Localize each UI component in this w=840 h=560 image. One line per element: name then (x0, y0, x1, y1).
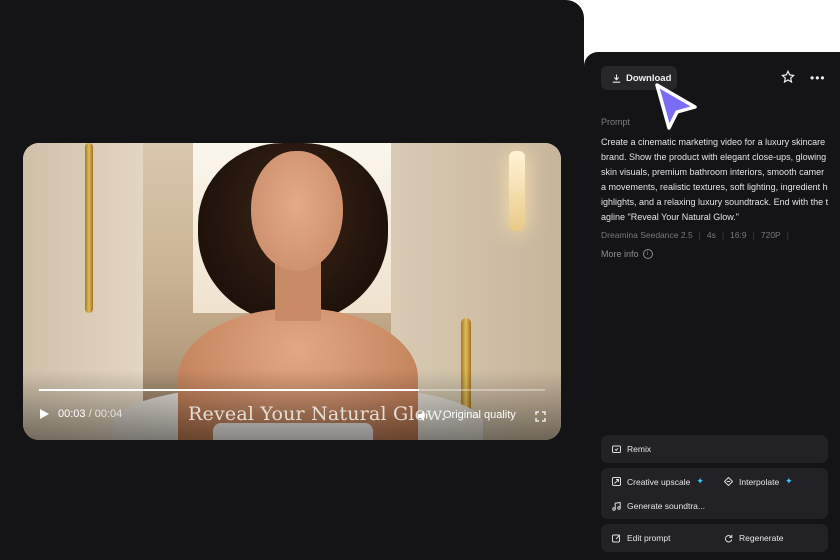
music-note-icon (612, 501, 621, 511)
edit-prompt-label: Edit prompt (627, 533, 671, 543)
interpolate-label: Interpolate (739, 476, 780, 487)
interpolate-button[interactable]: Interpolate ✦ (724, 476, 793, 487)
creative-upscale-label: Creative upscale (627, 476, 691, 487)
upscale-icon (612, 477, 621, 486)
face (251, 151, 343, 271)
meta-model: Dreamina Seedance 2.5 (601, 230, 693, 240)
meta-resolution: 720P (760, 230, 781, 240)
more-options-icon[interactable]: ••• (810, 72, 826, 84)
remix-button[interactable]: Remix (612, 444, 651, 454)
time-display: 00:03 / 00:04 (58, 408, 122, 420)
meta-separator: | (752, 230, 755, 240)
generation-meta: Dreamina Seedance 2.5 | 4s | 16:9 | 720P… (601, 230, 789, 240)
fullscreen-icon[interactable] (535, 409, 546, 427)
mouse-cursor-icon (650, 80, 700, 137)
sparkle-icon: ✦ (785, 476, 793, 486)
remix-icon (612, 445, 621, 453)
regenerate-button[interactable]: Regenerate (724, 533, 783, 543)
favorite-star-icon[interactable] (781, 69, 795, 89)
regenerate-label: Regenerate (739, 533, 784, 543)
meta-length: 4s (706, 230, 716, 240)
more-info-link[interactable]: More info i (601, 249, 653, 259)
volume-icon[interactable] (417, 409, 430, 427)
wall-lamp (509, 151, 525, 231)
download-icon (612, 74, 621, 83)
current-time: 00:03 (58, 408, 86, 420)
meta-separator: | (786, 230, 789, 240)
meta-separator: | (721, 230, 725, 240)
creative-upscale-button[interactable]: Creative upscale ✦ (612, 476, 704, 487)
quality-selector[interactable]: Original quality (443, 409, 516, 421)
gold-faucet-left (85, 143, 93, 313)
meta-separator: | (698, 230, 701, 240)
video-player[interactable]: 00:03 / 00:04 Reveal Your Natural Glow. … (23, 143, 561, 440)
info-icon: i (642, 249, 653, 259)
more-info-label: More info (601, 249, 639, 259)
prompt-text: Create a cinematic marketing video for a… (601, 137, 829, 222)
duration: / 00:04 (88, 408, 123, 420)
meta-ratio: 16:9 (730, 230, 747, 240)
edit-prompt-button[interactable]: Edit prompt (612, 533, 670, 543)
remix-label: Remix (627, 444, 652, 454)
sparkle-icon: ✦ (696, 476, 704, 486)
generate-soundtrack-label: Generate soundtra... (627, 501, 705, 511)
generate-soundtrack-button[interactable]: Generate soundtra... (612, 501, 705, 511)
play-icon[interactable] (40, 409, 49, 419)
progress-bar[interactable] (39, 389, 545, 391)
interpolate-icon (724, 477, 733, 486)
regenerate-icon (725, 534, 733, 542)
progress-fill (39, 389, 419, 391)
edit-icon (612, 534, 621, 542)
prompt-label: Prompt (601, 117, 631, 127)
video-caption: Reveal Your Natural Glow. (188, 403, 447, 425)
